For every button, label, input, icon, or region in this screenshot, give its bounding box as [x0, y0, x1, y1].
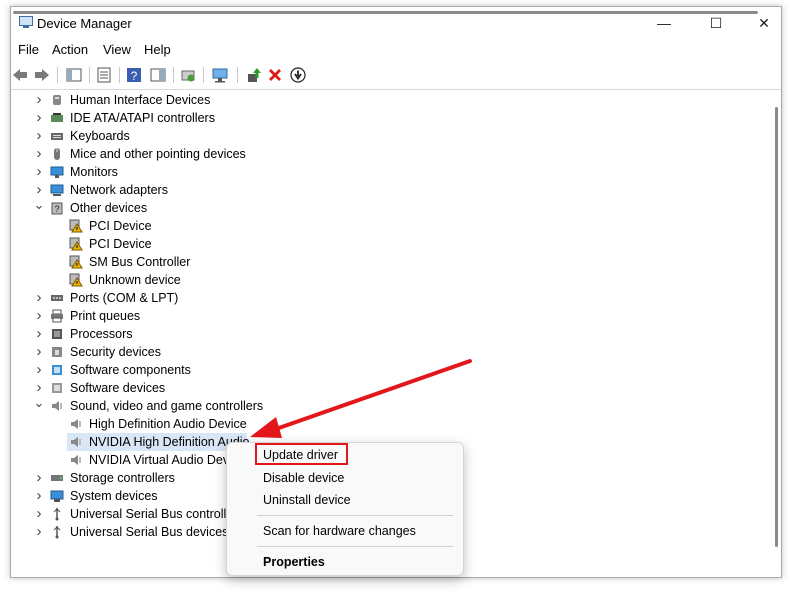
annotation-arrow [250, 359, 472, 438]
